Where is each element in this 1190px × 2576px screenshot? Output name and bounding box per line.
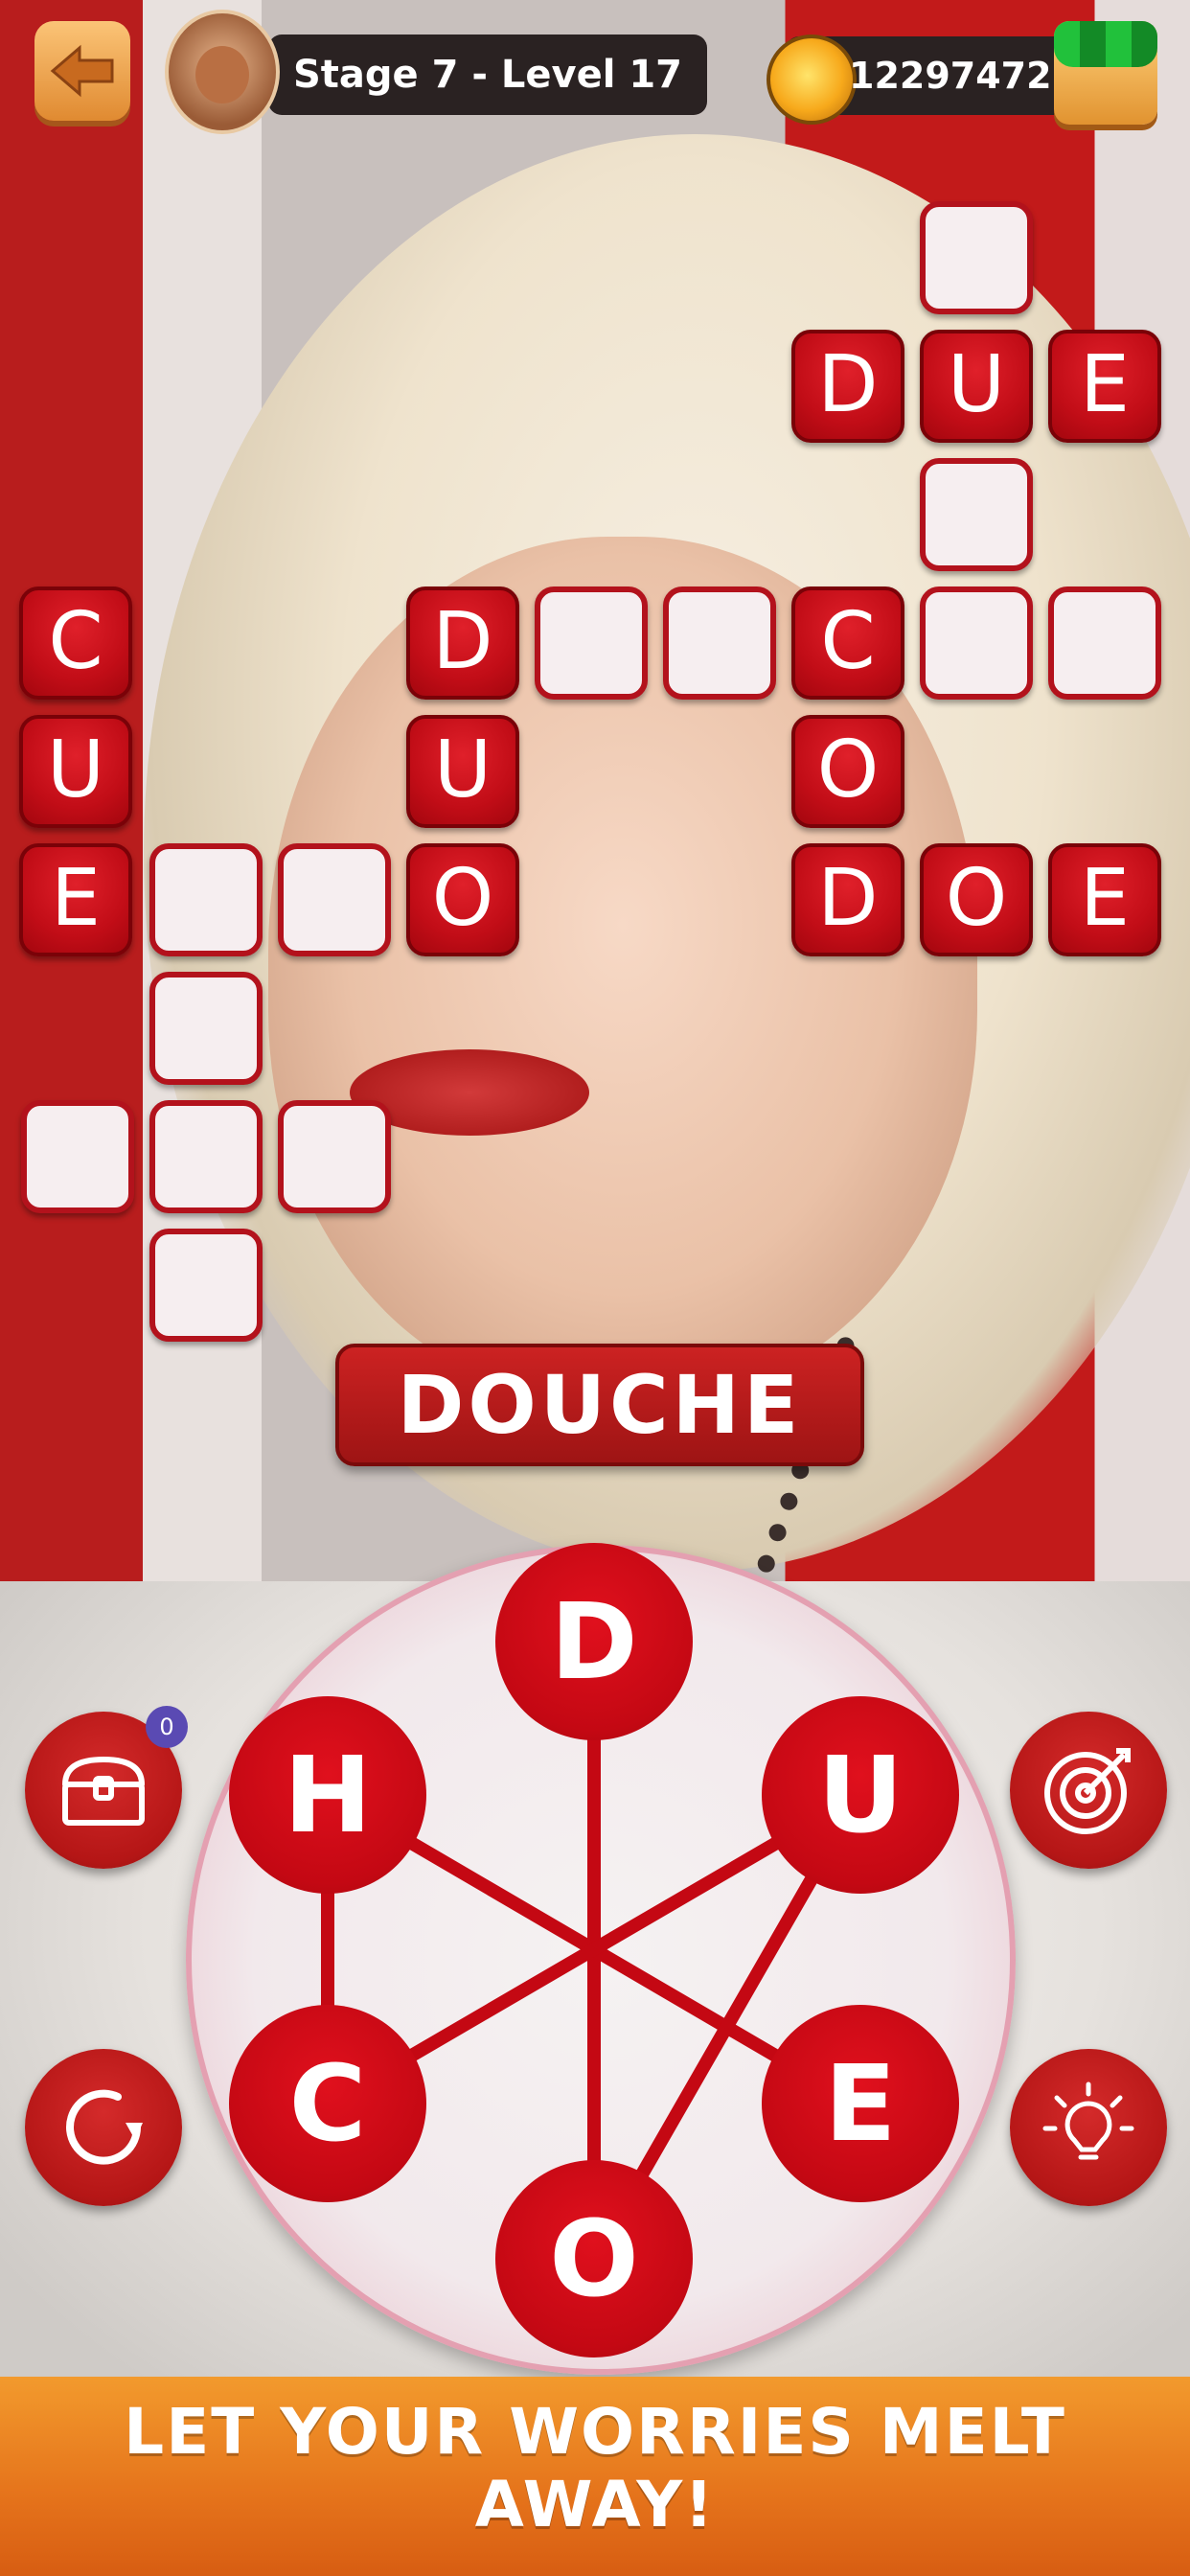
refresh-icon (66, 2089, 143, 2165)
wheel-letter[interactable]: H (229, 1696, 426, 1894)
hint-button[interactable] (1010, 2049, 1167, 2206)
target-icon (1044, 1748, 1131, 1834)
lightbulb-icon (1042, 2082, 1134, 2160)
shuffle-button[interactable] (25, 2049, 182, 2206)
wheel-letter[interactable]: D (495, 1543, 693, 1740)
chest-count-badge: 0 (146, 1706, 188, 1748)
wheel-letter[interactable]: C (229, 2005, 426, 2202)
treasure-chest-icon (62, 1757, 145, 1826)
wheel-letter[interactable]: U (762, 1696, 959, 1894)
target-hint-button[interactable] (1010, 1712, 1167, 1869)
wheel-letter[interactable]: E (762, 2005, 959, 2202)
banner-message: LET YOUR WORRIES MELT AWAY! (124, 2395, 1066, 2542)
wheel-letter[interactable]: O (495, 2160, 693, 2358)
